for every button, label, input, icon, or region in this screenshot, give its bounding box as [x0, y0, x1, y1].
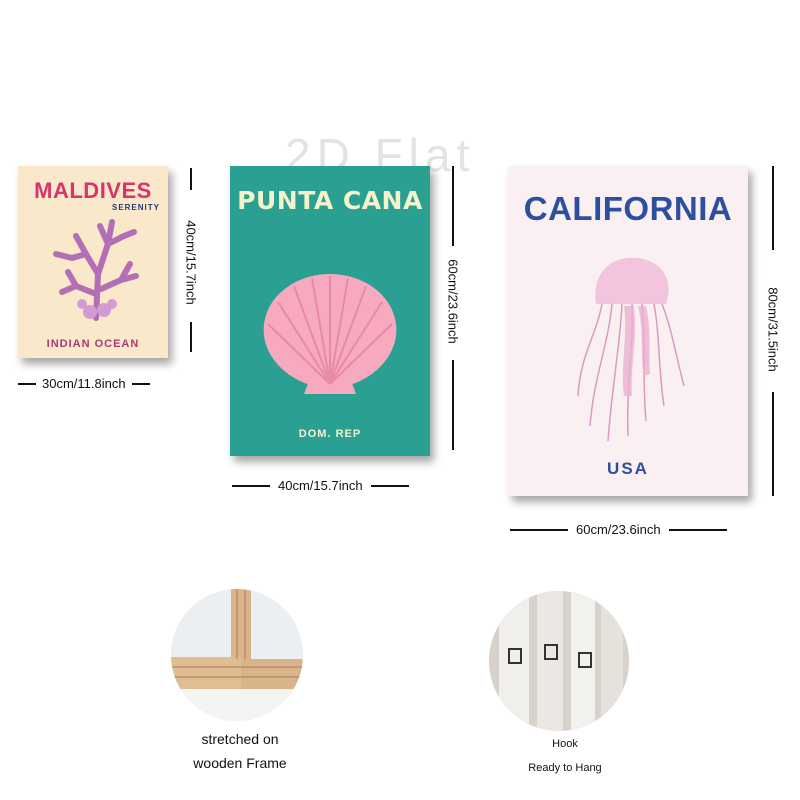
- frame-caption: stretched on wooden Frame: [170, 731, 310, 771]
- poster-punta-cana: PUNTA CANA DOM. REP: [230, 166, 430, 456]
- height-label: 80cm/31.5inch: [765, 287, 781, 372]
- width-label: 60cm/23.6inch: [576, 522, 661, 537]
- frame-caption-line2: wooden Frame: [193, 755, 287, 771]
- hook-caption-line1: Hook: [552, 738, 578, 750]
- seashell-icon: [263, 274, 397, 394]
- width-label: 30cm/11.8inch: [42, 376, 126, 391]
- height-dimension-line: [772, 166, 774, 250]
- hook-caption-line2: Ready to Hang: [528, 762, 602, 774]
- height-label: 40cm/15.7inch: [183, 220, 199, 305]
- poster-title: CALIFORNIA: [523, 190, 733, 227]
- height-dimension-line: [190, 322, 192, 352]
- wooden-frame-photo: [171, 589, 303, 721]
- poster-maldives: MALDIVES SERENITY INDIAN OCEAN: [18, 166, 168, 358]
- hook-photo: [489, 591, 629, 731]
- wood-frame-icon: [171, 589, 303, 721]
- height-dimension-line: [452, 166, 454, 246]
- height-dimension-line: [190, 168, 192, 190]
- height-dimension-line: [772, 392, 774, 496]
- poster-footer: INDIAN OCEAN: [46, 338, 140, 350]
- hook-icon: [489, 591, 629, 731]
- poster-subtitle: SERENITY: [111, 203, 160, 212]
- poster-california: CALIFORNIA USA: [508, 166, 748, 496]
- width-dimension-california: 60cm/23.6inch: [510, 522, 727, 537]
- poster-footer: DOM. REP: [298, 428, 362, 440]
- width-dimension-punta-cana: 40cm/15.7inch: [232, 478, 409, 493]
- poster-footer: USA: [607, 459, 649, 478]
- hook-caption: Hook Ready to Hang: [500, 738, 630, 774]
- poster-title: PUNTA CANA: [237, 186, 423, 215]
- poster-title: MALDIVES: [34, 178, 152, 203]
- width-dimension-maldives: 30cm/11.8inch: [18, 376, 150, 391]
- frame-caption-line1: stretched on: [201, 731, 279, 747]
- height-label: 60cm/23.6inch: [445, 259, 461, 344]
- width-label: 40cm/15.7inch: [278, 478, 363, 493]
- height-dimension-line: [452, 360, 454, 450]
- jellyfish-icon: [577, 257, 685, 442]
- coral-icon: [53, 219, 139, 321]
